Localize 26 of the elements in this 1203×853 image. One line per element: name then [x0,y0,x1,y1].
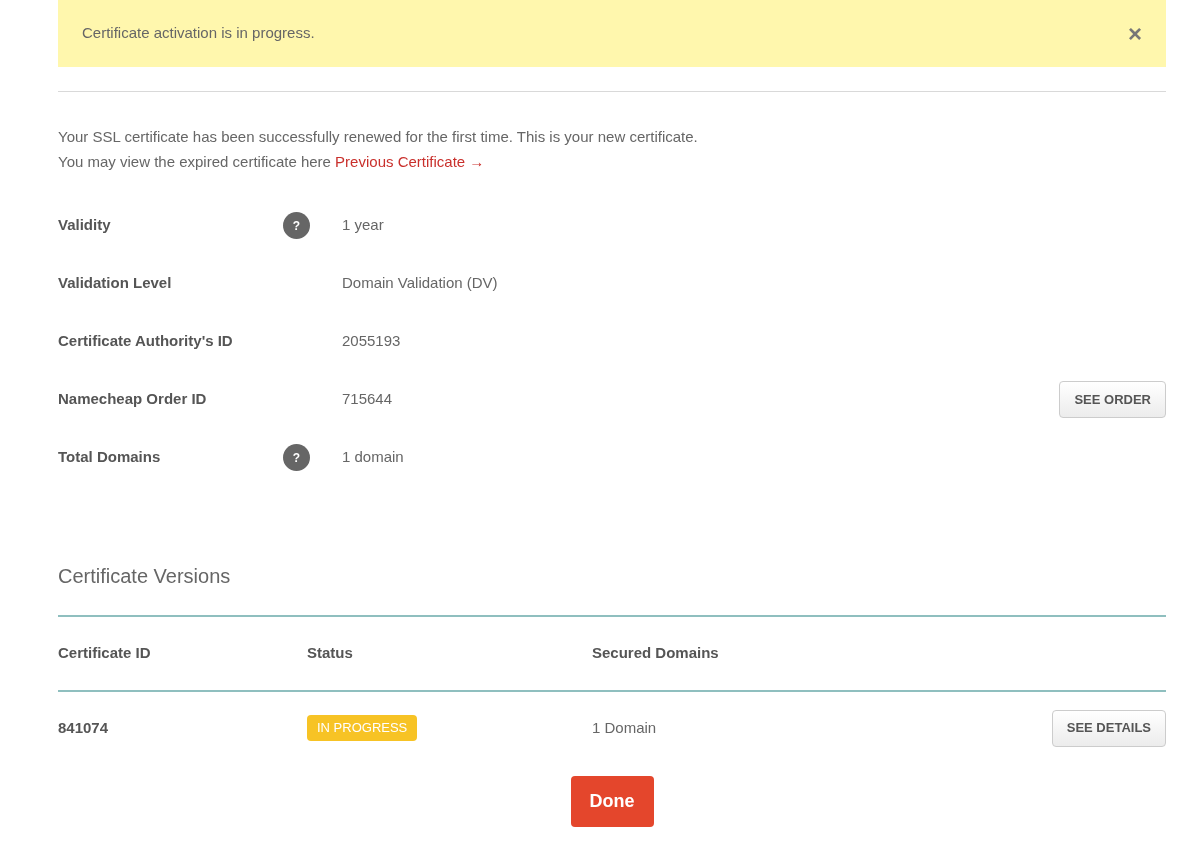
section-title: Certificate Versions [58,564,232,589]
table-cell-text: 1 Domain [592,717,658,738]
previous-certificate-link[interactable]: Previous Certificate → [335,153,485,170]
help-icon[interactable]: ? [283,444,310,471]
column-header: Secured Domains [592,643,720,664]
detail-value: 715644 [342,389,394,410]
help-icon[interactable]: ? [283,212,310,239]
detail-value: 1 year [342,215,385,236]
detail-label: Total Domains [58,447,162,468]
detail-value: 1 domain [342,447,405,468]
status-badge: IN PROGRESS [307,715,418,741]
see-details-button[interactable]: SEE DETAILS [1051,709,1166,747]
detail-label: Namecheap Order ID [58,389,208,410]
detail-value: 2055193 [342,331,402,352]
column-header: Certificate ID [58,643,152,664]
detail-label: Certificate Authority's ID [58,331,234,352]
intro-paragraph: Your SSL certificate has been successfully renewed for the first time. This is your new certificate. You may view the expired certificate here Previous Certificate → [58,127,699,172]
detail-label: Validity [58,215,112,236]
done-button[interactable]: Done [570,776,654,827]
column-header: Status [307,643,354,664]
detail-label: Validation Level [58,273,173,294]
table-cell-text: 841074 [58,717,110,738]
alert-message: Certificate activation is in progress. [82,23,315,44]
detail-value: Domain Validation (DV) [342,273,499,294]
see-order-button[interactable]: SEE ORDER [1059,381,1166,418]
close-button[interactable]: × [1128,21,1142,46]
